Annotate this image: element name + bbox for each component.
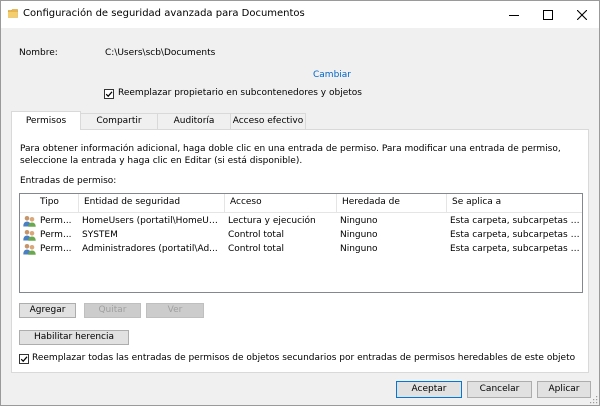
object-info-area: Nombre: C:\Users\scb\Documents Cambiar R… (1, 28, 599, 114)
entry-entidad: SYSTEM (82, 230, 118, 240)
entry-aplica: Esta carpeta, subcarpetas y arc... (450, 230, 581, 240)
table-row[interactable]: Perm... HomeUsers (portatil\HomeUs... Le… (20, 214, 582, 228)
column-header-aplica[interactable]: Se aplica a (447, 194, 582, 212)
users-icon (23, 244, 36, 255)
entry-heredada: Ninguno (340, 216, 378, 226)
security-settings-window: Configuración de seguridad avanzada para… (0, 0, 600, 406)
entry-tipo: Perm... (40, 216, 72, 226)
permissions-panel: Para obtener información adicional, haga… (11, 129, 589, 373)
checkmark-icon (105, 91, 113, 98)
column-header-acceso[interactable]: Acceso (225, 194, 337, 212)
entry-acceso: Control total (228, 230, 284, 240)
ok-button[interactable]: Aceptar (396, 381, 462, 398)
list-header: Tipo Entidad de seguridad Acceso Heredad… (20, 194, 582, 213)
window-title: Configuración de seguridad avanzada para… (23, 8, 305, 19)
close-button[interactable] (565, 1, 599, 28)
table-row[interactable]: Perm... SYSTEM Control total Ninguno Est… (20, 228, 582, 242)
view-button[interactable]: Ver (146, 303, 204, 318)
minimize-button[interactable] (497, 1, 531, 28)
checkmark-icon (20, 356, 28, 363)
replace-all-checkbox[interactable] (19, 354, 29, 364)
entry-tipo: Perm... (40, 230, 72, 240)
tab-auditoria[interactable]: Auditoría (157, 113, 231, 129)
entry-acceso: Control total (228, 244, 284, 254)
column-header-entidad[interactable]: Entidad de seguridad (79, 194, 225, 212)
maximize-button[interactable] (531, 1, 565, 28)
table-row[interactable]: Perm... Administradores (portatil\Ad... … (20, 242, 582, 256)
entry-heredada: Ninguno (340, 230, 378, 240)
apply-button[interactable]: Aplicar (537, 381, 591, 398)
maximize-icon (543, 9, 553, 20)
column-header-heredada[interactable]: Heredada de (337, 194, 447, 212)
entry-entidad: Administradores (portatil\Ad... (82, 244, 218, 254)
tab-compartir[interactable]: Compartir (80, 113, 158, 129)
replace-owner-label: Reemplazar propietario en subcontenedore… (118, 88, 362, 98)
tab-permisos[interactable]: Permisos (11, 111, 81, 130)
entries-label: Entradas de permiso: (20, 176, 117, 186)
entry-aplica: Esta carpeta, subcarpetas y arc... (450, 244, 581, 254)
info-text: Para obtener información adicional, haga… (20, 144, 561, 166)
add-button[interactable]: Agregar (19, 303, 76, 318)
name-value: C:\Users\scb\Documents (105, 48, 216, 58)
entry-tipo: Perm... (40, 244, 72, 254)
replace-owner-checkbox[interactable] (104, 89, 114, 99)
users-icon (23, 216, 36, 227)
column-header-tipo[interactable]: Tipo (35, 194, 79, 212)
resize-grip-icon[interactable] (589, 395, 598, 404)
entry-acceso: Lectura y ejecución (228, 216, 316, 226)
tab-acceso-efectivo[interactable]: Acceso efectivo (230, 113, 306, 129)
close-icon (577, 9, 587, 20)
cancel-button[interactable]: Cancelar (467, 381, 532, 398)
replace-all-label: Reemplazar todas las entradas de permiso… (32, 353, 576, 363)
minimize-icon (509, 14, 519, 16)
users-icon (23, 230, 36, 241)
remove-button[interactable]: Quitar (84, 303, 141, 318)
change-owner-link[interactable]: Cambiar (313, 70, 351, 80)
entry-entidad: HomeUsers (portatil\HomeUs... (82, 216, 222, 226)
folder-icon (8, 9, 18, 18)
enable-inheritance-button[interactable]: Habilitar herencia (19, 330, 129, 345)
name-label: Nombre: (19, 48, 58, 58)
entry-heredada: Ninguno (340, 244, 378, 254)
entry-aplica: Esta carpeta, subcarpetas y arc... (450, 216, 581, 226)
title-bar: Configuración de seguridad avanzada para… (1, 1, 599, 28)
permission-entries-list[interactable]: Tipo Entidad de seguridad Acceso Heredad… (19, 193, 583, 293)
